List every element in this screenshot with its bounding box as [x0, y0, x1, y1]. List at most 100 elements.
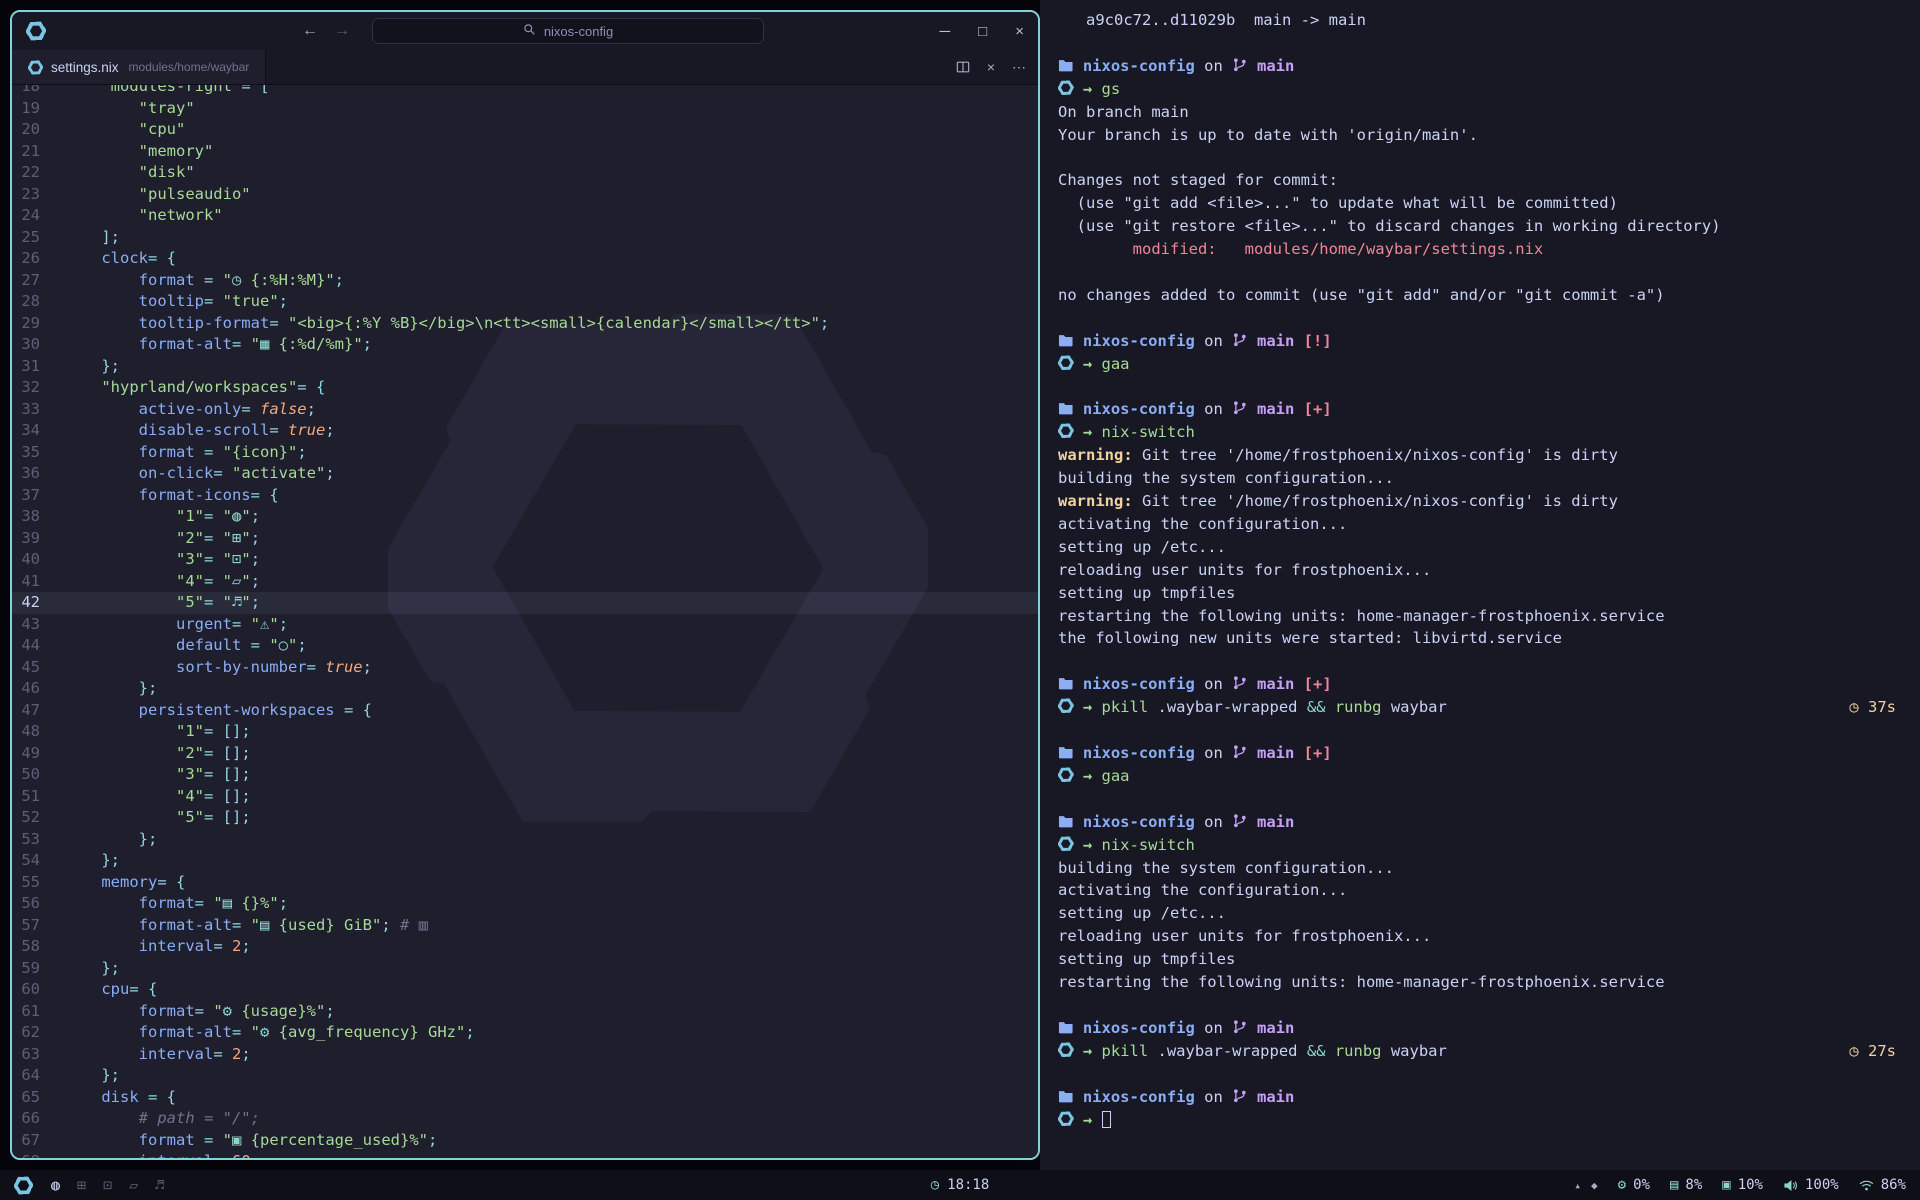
code-line[interactable]: 32 "hyprland/workspaces"= { [12, 377, 1038, 399]
code-line[interactable]: 54 }; [12, 850, 1038, 872]
launcher-nix-icon[interactable] [14, 1176, 33, 1195]
code-lines: 18 "modules-right"= [19 "tray"20 "cpu"21… [12, 85, 1038, 1158]
code-line[interactable]: 60 cpu= { [12, 979, 1038, 1001]
disk-value: 10% [1738, 1177, 1763, 1193]
line-number: 24 [12, 205, 64, 227]
terminal-line: nixos-config on main [!] [1058, 330, 1920, 353]
tray-icon[interactable]: ▴ [1574, 1179, 1581, 1192]
workspace-button[interactable]: ▱ [129, 1176, 138, 1194]
line-number: 51 [12, 786, 64, 808]
code-line[interactable]: 47 persistent-workspaces = { [12, 700, 1038, 722]
code-line[interactable]: 36 on-click= "activate"; [12, 463, 1038, 485]
code-line[interactable]: 35 format = "{icon}"; [12, 442, 1038, 464]
code-line[interactable]: 58 interval= 2; [12, 936, 1038, 958]
code-line[interactable]: 61 format= "⚙ {usage}%"; [12, 1001, 1038, 1023]
close-tab-icon[interactable]: × [987, 59, 995, 75]
snowflake-icon [1058, 355, 1074, 373]
minimize-button[interactable]: ─ [940, 23, 951, 40]
code-text: disable-scroll= true; [64, 420, 335, 442]
line-number: 38 [12, 506, 64, 528]
terminal-line: modified: modules/home/waybar/settings.n… [1058, 238, 1920, 261]
code-text: "pulseaudio" [64, 184, 251, 206]
tab-settings-nix[interactable]: settings.nix modules/home/waybar [12, 50, 266, 84]
code-line[interactable]: 57 format-alt= "▤ {used} GiB"; # ▥ [12, 915, 1038, 937]
workspace-button[interactable]: ⊞ [77, 1176, 86, 1194]
pulseaudio-module[interactable]: 100% [1783, 1177, 1839, 1193]
code-line[interactable]: 43 urgent= "⚠"; [12, 614, 1038, 636]
code-line[interactable]: 40 "3"= "⊡"; [12, 549, 1038, 571]
network-module[interactable]: 86% [1859, 1177, 1906, 1193]
code-line[interactable]: 63 interval= 2; [12, 1044, 1038, 1066]
code-line[interactable]: 51 "4"= []; [12, 786, 1038, 808]
line-number: 52 [12, 807, 64, 829]
code-line[interactable]: 22 "disk" [12, 162, 1038, 184]
code-line[interactable]: 29 tooltip-format= "<big>{:%Y %B}</big>\… [12, 313, 1038, 335]
cpu-module[interactable]: ⚙0% [1618, 1177, 1650, 1193]
code-line[interactable]: 38 "1"= "◍"; [12, 506, 1038, 528]
more-actions-icon[interactable]: ⋯ [1012, 59, 1026, 76]
back-button[interactable]: ← [302, 22, 318, 40]
code-line[interactable]: 44 default = "○"; [12, 635, 1038, 657]
code-line[interactable]: 62 format-alt= "⚙ {avg_frequency} GHz"; [12, 1022, 1038, 1044]
branch-icon [1232, 1019, 1248, 1037]
split-editor-icon[interactable] [956, 60, 970, 74]
code-line[interactable]: 50 "3"= []; [12, 764, 1038, 786]
workspace-button[interactable]: ◍ [51, 1176, 60, 1194]
terminal-blank-line [1058, 376, 1920, 399]
code-line[interactable]: 46 }; [12, 678, 1038, 700]
code-line[interactable]: 20 "cpu" [12, 119, 1038, 141]
code-line[interactable]: 67 format = "▣ {percentage_used}%"; [12, 1130, 1038, 1152]
folder-icon [1058, 675, 1074, 693]
memory-module[interactable]: ▤8% [1670, 1177, 1702, 1193]
code-line[interactable]: 37 format-icons= { [12, 485, 1038, 507]
code-line[interactable]: 56 format= "▤ {}%"; [12, 893, 1038, 915]
forward-button[interactable]: → [334, 22, 350, 40]
code-line[interactable]: 48 "1"= []; [12, 721, 1038, 743]
code-line[interactable]: 34 disable-scroll= true; [12, 420, 1038, 442]
maximize-button[interactable]: □ [978, 23, 987, 40]
tray-icon[interactable]: ◆ [1591, 1179, 1598, 1192]
code-line[interactable]: 24 "network" [12, 205, 1038, 227]
code-text: sort-by-number= true; [64, 657, 372, 679]
code-line[interactable]: 65 disk = { [12, 1087, 1038, 1109]
terminal[interactable]: a9c0c72..d11029b main -> main nixos-conf… [1040, 0, 1920, 1170]
code-line[interactable]: 27 format = "◷ {:%H:%M}"; [12, 270, 1038, 292]
folder-icon [1058, 744, 1074, 762]
code-line[interactable]: 45 sort-by-number= true; [12, 657, 1038, 679]
code-line[interactable]: 31 }; [12, 356, 1038, 378]
code-line[interactable]: 25 ]; [12, 227, 1038, 249]
disk-icon: ▣ [1722, 1177, 1730, 1193]
code-line[interactable]: 21 "memory" [12, 141, 1038, 163]
close-button[interactable]: × [1015, 23, 1024, 40]
code-line[interactable]: 42 "5"= "♬"; [12, 592, 1038, 614]
workspace-button[interactable]: ♬ [155, 1176, 164, 1194]
code-line[interactable]: 53 }; [12, 829, 1038, 851]
code-line[interactable]: 66 # path = "/"; [12, 1108, 1038, 1130]
code-line[interactable]: 23 "pulseaudio" [12, 184, 1038, 206]
code-line[interactable]: 55 memory= { [12, 872, 1038, 894]
code-line[interactable]: 33 active-only= false; [12, 399, 1038, 421]
code-line[interactable]: 59 }; [12, 958, 1038, 980]
code-editor[interactable]: 18 "modules-right"= [19 "tray"20 "cpu"21… [12, 85, 1038, 1158]
code-line[interactable]: 52 "5"= []; [12, 807, 1038, 829]
code-line[interactable]: 28 tooltip= "true"; [12, 291, 1038, 313]
code-line[interactable]: 30 format-alt= "▦ {:%d/%m}"; [12, 334, 1038, 356]
code-line[interactable]: 39 "2"= "⊞"; [12, 528, 1038, 550]
code-text: }; [64, 1065, 120, 1087]
disk-module[interactable]: ▣ 10% [1722, 1177, 1763, 1193]
code-line[interactable]: 64 }; [12, 1065, 1038, 1087]
nix-logo-icon [26, 21, 46, 41]
terminal-line: building the system configuration... [1058, 467, 1920, 490]
code-line[interactable]: 18 "modules-right"= [ [12, 85, 1038, 98]
code-line[interactable]: 49 "2"= []; [12, 743, 1038, 765]
line-number: 22 [12, 162, 64, 184]
line-number: 57 [12, 915, 64, 937]
clock-module[interactable]: ◷ 18:18 [931, 1177, 990, 1193]
clock-time: 18:18 [947, 1177, 989, 1193]
workspace-button[interactable]: ⊡ [103, 1176, 112, 1194]
code-line[interactable]: 68 interval= 60; [12, 1151, 1038, 1158]
command-center-search[interactable]: nixos-config [372, 18, 764, 44]
code-line[interactable]: 41 "4"= "▱"; [12, 571, 1038, 593]
code-line[interactable]: 19 "tray" [12, 98, 1038, 120]
code-line[interactable]: 26 clock= { [12, 248, 1038, 270]
